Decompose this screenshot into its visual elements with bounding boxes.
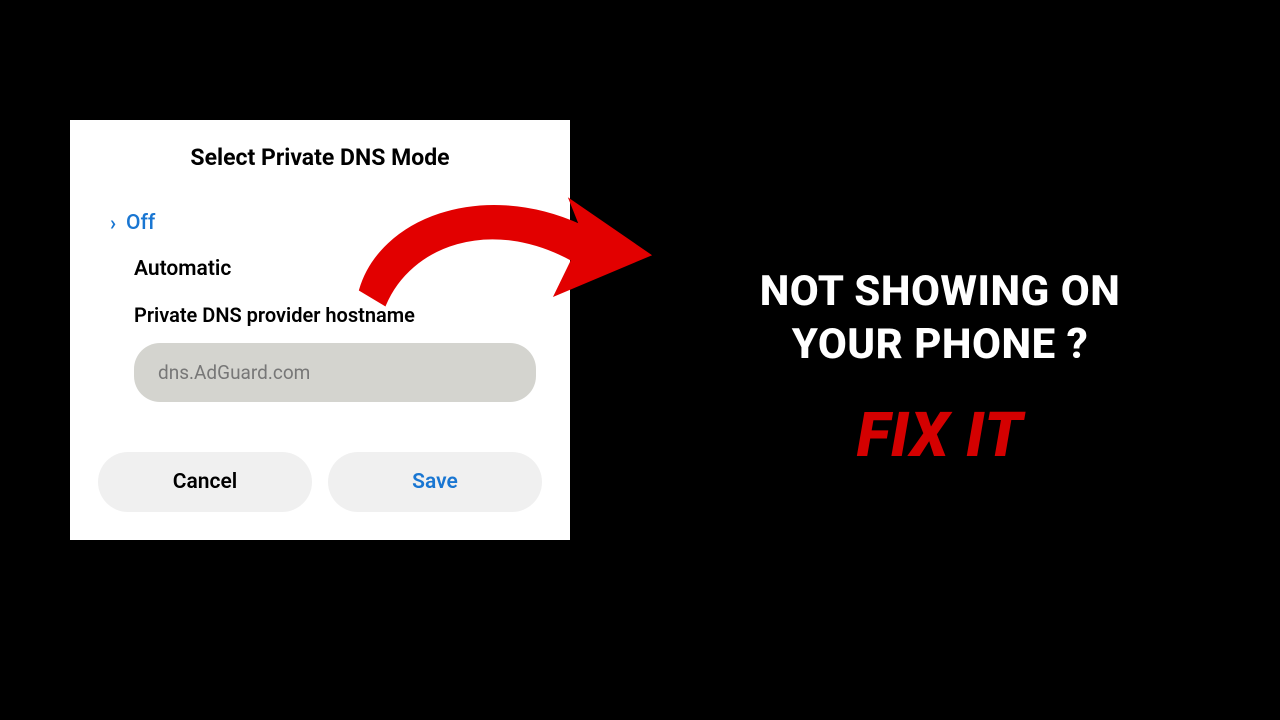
headline: NOT SHOWING ON YOUR PHONE ? <box>660 266 1220 371</box>
headline-line2: YOUR PHONE ? <box>792 320 1089 369</box>
cancel-button[interactable]: Cancel <box>98 452 312 512</box>
headline-line1: NOT SHOWING ON <box>760 267 1121 316</box>
fixit-text: FIX IT <box>660 399 1220 472</box>
save-button[interactable]: Save <box>328 452 542 512</box>
overlay-text: NOT SHOWING ON YOUR PHONE ? FIX IT <box>660 266 1220 472</box>
dialog-buttons: Cancel Save <box>92 452 548 512</box>
option-off-label: Off <box>126 211 155 235</box>
chevron-right-icon: › <box>110 211 116 235</box>
arrow-icon <box>320 160 690 340</box>
hostname-input[interactable]: dns.AdGuard.com <box>134 343 536 402</box>
